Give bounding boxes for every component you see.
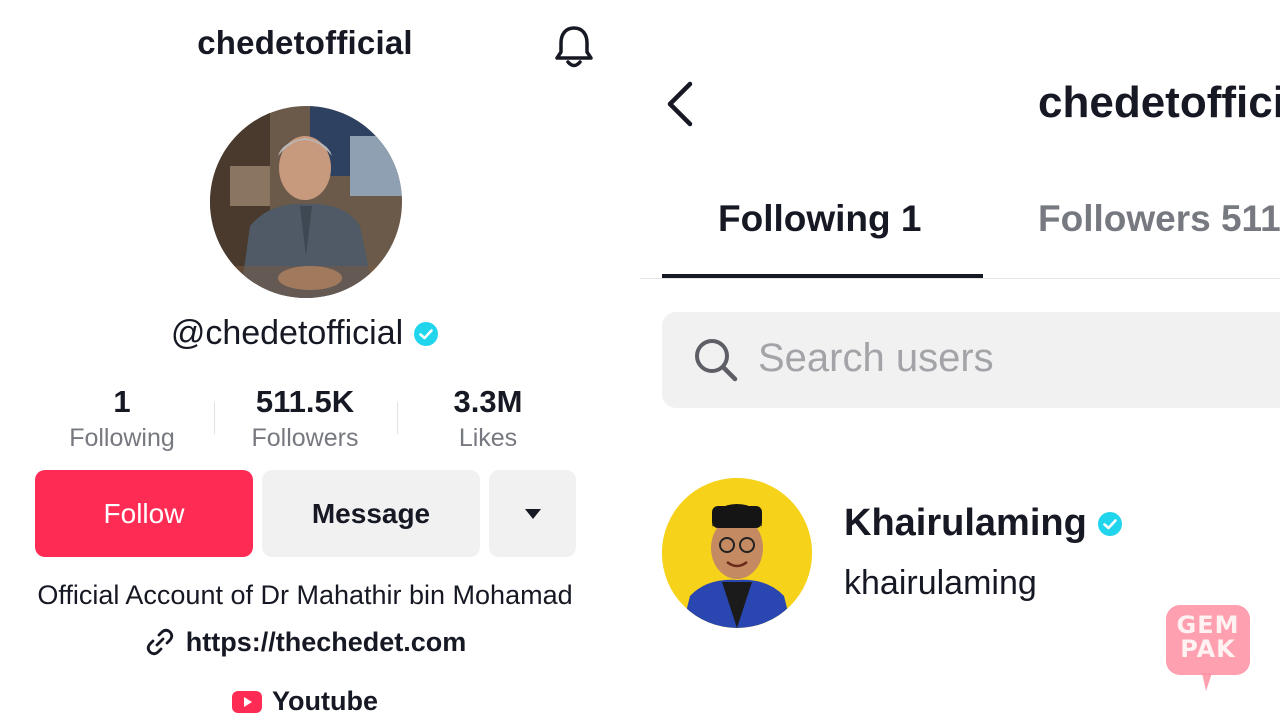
profile-link-text: https://thechedet.com	[185, 626, 467, 657]
search-placeholder: Search users	[758, 336, 994, 380]
bell-icon[interactable]	[552, 24, 596, 70]
message-button[interactable]: Message	[262, 470, 480, 557]
stat-followers-value: 511.5K	[255, 384, 355, 419]
stat-likes-label: Likes	[458, 424, 518, 452]
tab-following[interactable]: Following 1	[718, 198, 921, 240]
stat-following-label: Following	[69, 424, 175, 452]
user-handle: khairulaming	[844, 564, 1037, 602]
user-display-name: Khairulaming	[844, 502, 1087, 544]
stat-following-value: 1	[113, 384, 131, 419]
stat-following[interactable]: 1 Following	[37, 384, 207, 453]
profile-handle-row: @chedetofficial	[0, 314, 610, 353]
verified-icon	[1097, 511, 1122, 536]
stat-divider	[214, 402, 215, 434]
profile-title: chedetofficial	[197, 24, 413, 61]
avatar[interactable]	[662, 478, 812, 628]
profile-handle: @chedetofficial	[170, 314, 404, 352]
more-options-button[interactable]	[489, 470, 576, 557]
stat-followers[interactable]: 511.5K Followers	[220, 384, 390, 453]
search-input[interactable]: Search users	[662, 312, 1280, 408]
youtube-label: Youtube	[272, 686, 378, 716]
following-title: chedetofficial	[1038, 78, 1280, 127]
stat-followers-label: Followers	[251, 424, 359, 452]
profile-avatar[interactable]	[210, 106, 402, 298]
watermark-text: GEM PAK	[1176, 611, 1240, 663]
stat-likes: 3.3M Likes	[403, 384, 573, 453]
back-chevron-icon[interactable]	[660, 80, 700, 128]
verified-icon	[414, 321, 439, 346]
search-icon	[695, 339, 738, 382]
follow-button[interactable]: Follow	[35, 470, 253, 557]
profile-panel: chedetofficial @chedetofficial 1 Followi…	[0, 0, 610, 720]
user-name-row: Khairulaming	[844, 502, 1123, 545]
gempak-watermark-logo: GEM PAK	[1166, 605, 1250, 693]
caret-down-icon	[524, 508, 541, 519]
tab-followers[interactable]: Followers 511	[1038, 198, 1280, 240]
tab-divider	[640, 278, 1280, 279]
stat-likes-value: 3.3M	[453, 384, 523, 419]
profile-bio: Official Account of Dr Mahathir bin Moha…	[37, 580, 573, 610]
stat-divider	[397, 402, 398, 434]
youtube-icon	[232, 690, 262, 713]
link-icon	[146, 628, 173, 656]
profile-link[interactable]: https://thechedet.com	[0, 626, 610, 658]
youtube-link[interactable]: Youtube	[0, 686, 610, 717]
